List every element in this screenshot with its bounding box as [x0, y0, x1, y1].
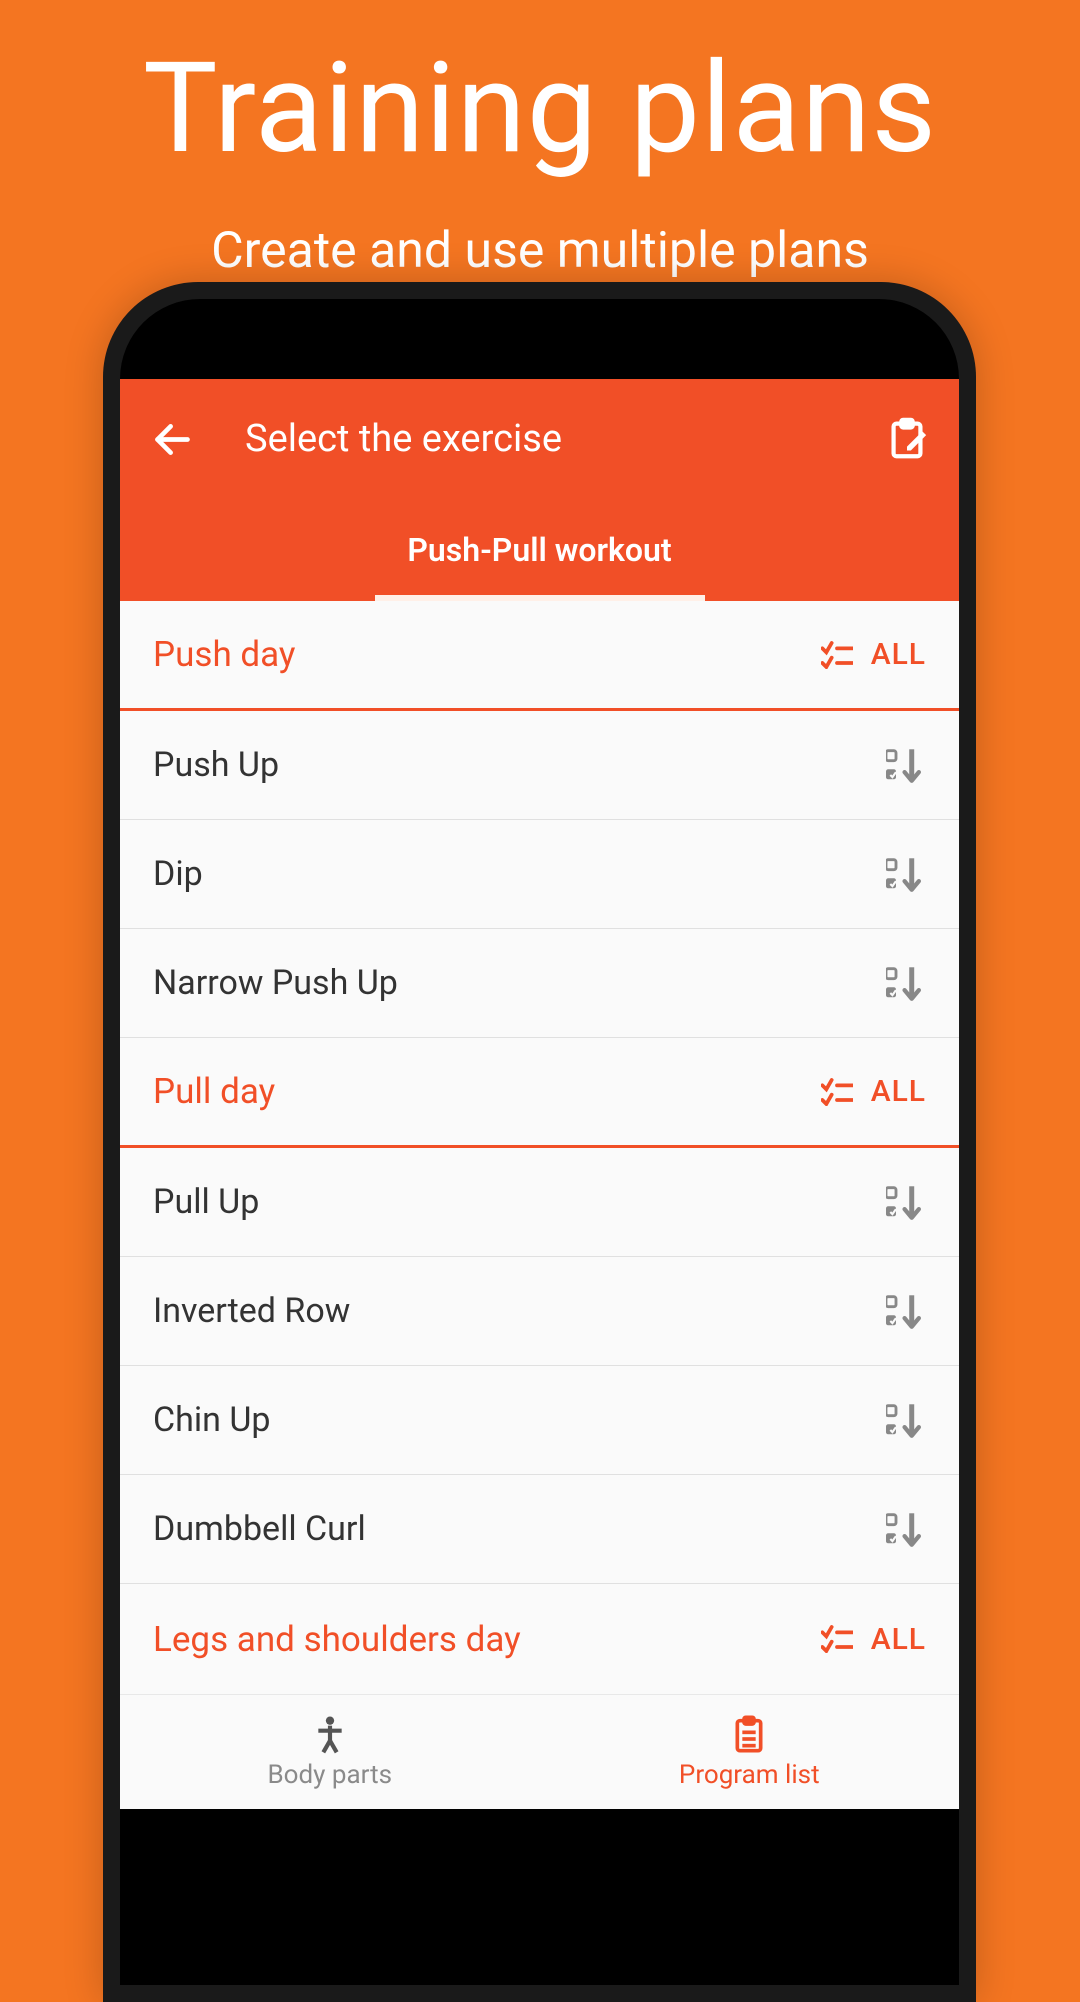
checklist-icon[interactable] — [821, 1625, 853, 1653]
exercise-row[interactable]: Pull Up — [120, 1148, 959, 1257]
exercise-row[interactable]: Push Up — [120, 711, 959, 820]
reorder-icon[interactable] — [886, 1402, 926, 1438]
exercise-name: Pull Up — [153, 1182, 259, 1222]
section-actions: ALL — [821, 637, 926, 672]
section-actions: ALL — [821, 1622, 926, 1657]
checklist-icon[interactable] — [821, 641, 853, 669]
section-title: Pull day — [153, 1071, 275, 1112]
all-button[interactable]: ALL — [871, 1074, 926, 1109]
section-title: Push day — [153, 634, 295, 675]
app-bar: Select the exercise — [120, 379, 959, 499]
exercise-name: Chin Up — [153, 1400, 270, 1440]
exercise-row[interactable]: Dip — [120, 820, 959, 929]
bottom-nav: Body parts Program list — [120, 1694, 959, 1809]
reorder-icon[interactable] — [886, 1293, 926, 1329]
reorder-icon[interactable] — [886, 747, 926, 783]
exercise-name: Narrow Push Up — [153, 963, 398, 1003]
phone-frame: Select the exercise Push-Pull workout — [103, 282, 976, 2002]
section-actions: ALL — [821, 1074, 926, 1109]
exercise-list[interactable]: Push day ALL Push Up — [120, 601, 959, 1694]
all-button[interactable]: ALL — [871, 637, 926, 672]
promo-subtitle: Create and use multiple plans — [0, 222, 1080, 280]
reorder-icon[interactable] — [886, 1184, 926, 1220]
exercise-name: Push Up — [153, 745, 279, 785]
exercise-row[interactable]: Chin Up — [120, 1366, 959, 1475]
exercise-row[interactable]: Inverted Row — [120, 1257, 959, 1366]
checklist-icon[interactable] — [821, 1078, 853, 1106]
nav-label: Program list — [679, 1760, 820, 1790]
back-button[interactable] — [145, 412, 200, 467]
body-icon — [310, 1714, 350, 1754]
nav-body-parts[interactable]: Body parts — [120, 1695, 540, 1809]
all-button[interactable]: ALL — [871, 1622, 926, 1657]
clipboard-edit-icon — [884, 416, 930, 462]
exercise-name: Dumbbell Curl — [153, 1509, 366, 1549]
section-header-pull[interactable]: Pull day ALL — [120, 1038, 959, 1148]
app-bar-title: Select the exercise — [245, 417, 879, 461]
reorder-icon[interactable] — [886, 856, 926, 892]
nav-program-list[interactable]: Program list — [540, 1695, 960, 1809]
exercise-name: Dip — [153, 854, 203, 894]
arrow-left-icon — [150, 417, 195, 462]
reorder-icon[interactable] — [886, 965, 926, 1001]
clipboard-list-icon — [729, 1714, 769, 1754]
workout-tab-active[interactable]: Push-Pull workout — [407, 531, 671, 569]
exercise-name: Inverted Row — [153, 1291, 350, 1331]
section-header-push[interactable]: Push day ALL — [120, 601, 959, 711]
nav-label: Body parts — [267, 1760, 392, 1790]
section-header-legs[interactable]: Legs and shoulders day ALL — [120, 1584, 959, 1694]
edit-clipboard-button[interactable] — [879, 412, 934, 467]
workout-tab-bar: Push-Pull workout — [120, 499, 959, 601]
tab-underline — [375, 595, 705, 601]
promo-title: Training plans — [0, 0, 1080, 182]
exercise-row[interactable]: Dumbbell Curl — [120, 1475, 959, 1584]
exercise-row[interactable]: Narrow Push Up — [120, 929, 959, 1038]
section-title: Legs and shoulders day — [153, 1619, 521, 1660]
reorder-icon[interactable] — [886, 1511, 926, 1547]
